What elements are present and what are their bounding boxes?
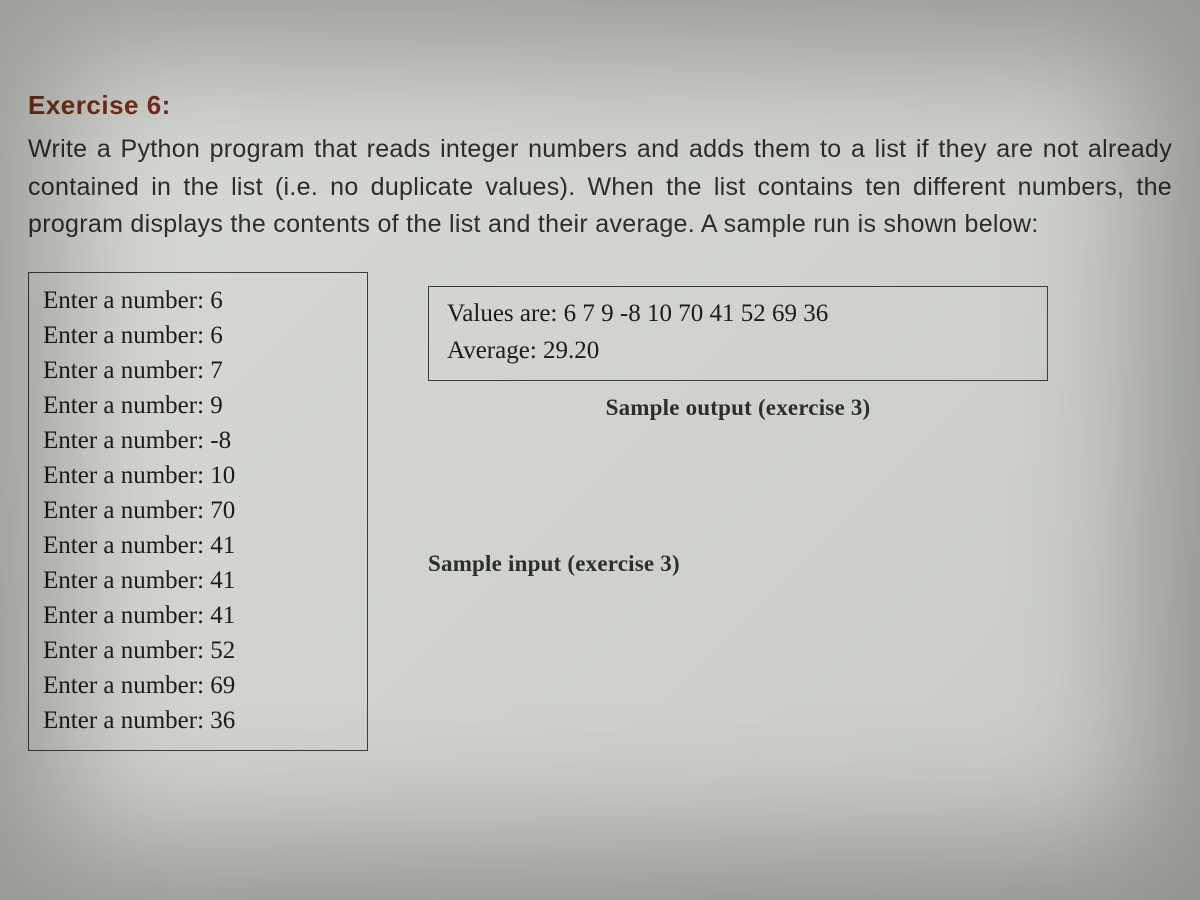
input-line: Enter a number: 52 bbox=[43, 633, 345, 668]
input-line: Enter a number: 41 bbox=[43, 598, 345, 633]
output-values-line: Values are: 6 7 9 -8 10 70 41 52 69 36 bbox=[447, 295, 1029, 333]
sample-input-caption: Sample input (exercise 3) bbox=[428, 551, 1172, 577]
input-line: Enter a number: 6 bbox=[43, 283, 345, 318]
input-line: Enter a number: 9 bbox=[43, 388, 345, 423]
output-average-line: Average: 29.20 bbox=[447, 332, 1029, 370]
input-line: Enter a number: 41 bbox=[43, 563, 345, 598]
input-line: Enter a number: 41 bbox=[43, 528, 345, 563]
sample-output-caption: Sample output (exercise 3) bbox=[428, 395, 1048, 421]
sample-row: Enter a number: 6 Enter a number: 6 Ente… bbox=[28, 272, 1172, 751]
input-column: Enter a number: 6 Enter a number: 6 Ente… bbox=[28, 272, 368, 751]
input-line: Enter a number: 10 bbox=[43, 458, 345, 493]
sample-output-box: Values are: 6 7 9 -8 10 70 41 52 69 36 A… bbox=[428, 286, 1048, 381]
input-line: Enter a number: 6 bbox=[43, 318, 345, 353]
sample-input-box: Enter a number: 6 Enter a number: 6 Ente… bbox=[28, 272, 368, 751]
input-line: Enter a number: 70 bbox=[43, 493, 345, 528]
input-line: Enter a number: 7 bbox=[43, 353, 345, 388]
input-line: Enter a number: -8 bbox=[43, 423, 345, 458]
input-line: Enter a number: 69 bbox=[43, 668, 345, 703]
exercise-description: Write a Python program that reads intege… bbox=[28, 131, 1172, 244]
exercise-title: Exercise 6: bbox=[28, 90, 1172, 121]
output-column: Values are: 6 7 9 -8 10 70 41 52 69 36 A… bbox=[428, 272, 1172, 577]
input-line: Enter a number: 36 bbox=[43, 703, 345, 738]
exercise-page: Exercise 6: Write a Python program that … bbox=[0, 0, 1200, 771]
